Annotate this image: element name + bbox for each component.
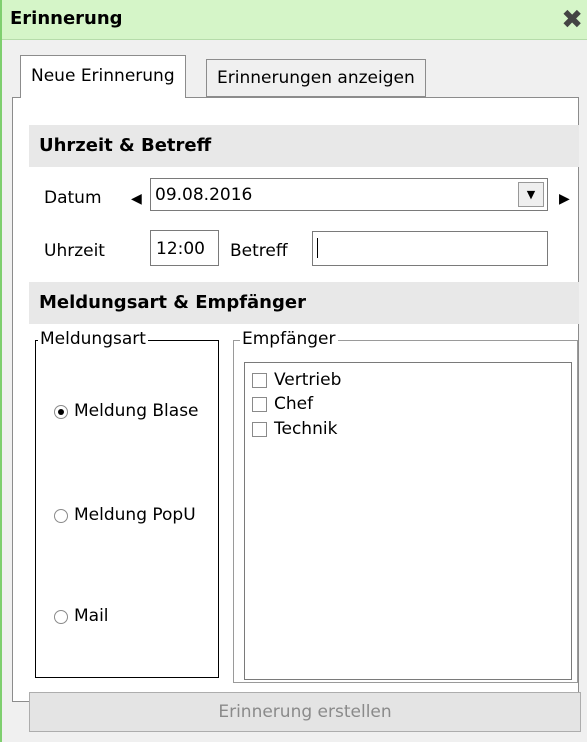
- close-icon[interactable]: ✖: [561, 7, 583, 33]
- title-bar: Erinnerung ✖: [2, 0, 587, 40]
- date-value: 09.08.2016: [155, 185, 253, 205]
- chevron-down-icon[interactable]: ▼: [518, 182, 544, 207]
- text-cursor: [317, 238, 318, 258]
- recipient-label: Chef: [274, 394, 314, 414]
- subject-label: Betreff: [230, 241, 288, 261]
- radio-label: Mail: [74, 606, 109, 626]
- recipient-item-vertrieb[interactable]: Vertrieb: [252, 370, 452, 390]
- date-next-icon[interactable]: ▶: [559, 191, 570, 207]
- date-prev-icon[interactable]: ◀: [131, 191, 142, 207]
- radio-label: Meldung PopU: [74, 505, 196, 525]
- recipient-list[interactable]: Vertrieb Chef Technik: [244, 362, 572, 680]
- recipient-label: Technik: [274, 419, 338, 439]
- time-value: 12:00: [156, 239, 205, 259]
- tab-neue-erinnerung[interactable]: Neue Erinnerung: [20, 55, 186, 98]
- recipient-item-chef[interactable]: Chef: [252, 394, 452, 414]
- time-input[interactable]: 12:00: [150, 230, 219, 266]
- radio-label: Meldung Blase: [74, 401, 199, 421]
- window-title: Erinnerung: [10, 8, 123, 29]
- section-header-recipients: Meldungsart & Empfänger: [29, 282, 579, 324]
- section-title: Meldungsart & Empfänger: [39, 292, 306, 313]
- tab-erinnerungen-anzeigen[interactable]: Erinnerungen anzeigen: [206, 59, 426, 97]
- subject-input[interactable]: [312, 231, 548, 266]
- checkbox[interactable]: [252, 397, 267, 412]
- radio-mail[interactable]: Mail: [52, 606, 217, 628]
- recipient-item-technik[interactable]: Technik: [252, 419, 452, 439]
- date-label: Datum: [44, 188, 102, 208]
- recipient-legend: Empfänger: [240, 329, 338, 349]
- tab-label: Neue Erinnerung: [31, 66, 175, 86]
- time-label: Uhrzeit: [44, 241, 105, 261]
- section-title: Uhrzeit & Betreff: [39, 135, 212, 156]
- radio-meldung-blase[interactable]: Meldung Blase: [52, 401, 217, 423]
- reminder-window: Erinnerung ✖ Neue Erinnerung Erinnerunge…: [0, 0, 587, 742]
- create-reminder-button[interactable]: Erinnerung erstellen: [29, 692, 581, 732]
- tab-label: Erinnerungen anzeigen: [217, 68, 415, 88]
- section-header-time: Uhrzeit & Betreff: [29, 125, 579, 167]
- radio-indicator: [54, 509, 68, 523]
- radio-meldung-popup[interactable]: Meldung PopU: [52, 505, 217, 527]
- checkbox[interactable]: [252, 373, 267, 388]
- create-button-label: Erinnerung erstellen: [218, 702, 392, 722]
- checkbox[interactable]: [252, 422, 267, 437]
- message-type-legend: Meldungsart: [38, 329, 148, 349]
- date-picker[interactable]: 09.08.2016 ▼: [150, 178, 548, 211]
- radio-indicator: [54, 405, 68, 419]
- recipient-label: Vertrieb: [274, 370, 342, 390]
- radio-indicator: [54, 610, 68, 624]
